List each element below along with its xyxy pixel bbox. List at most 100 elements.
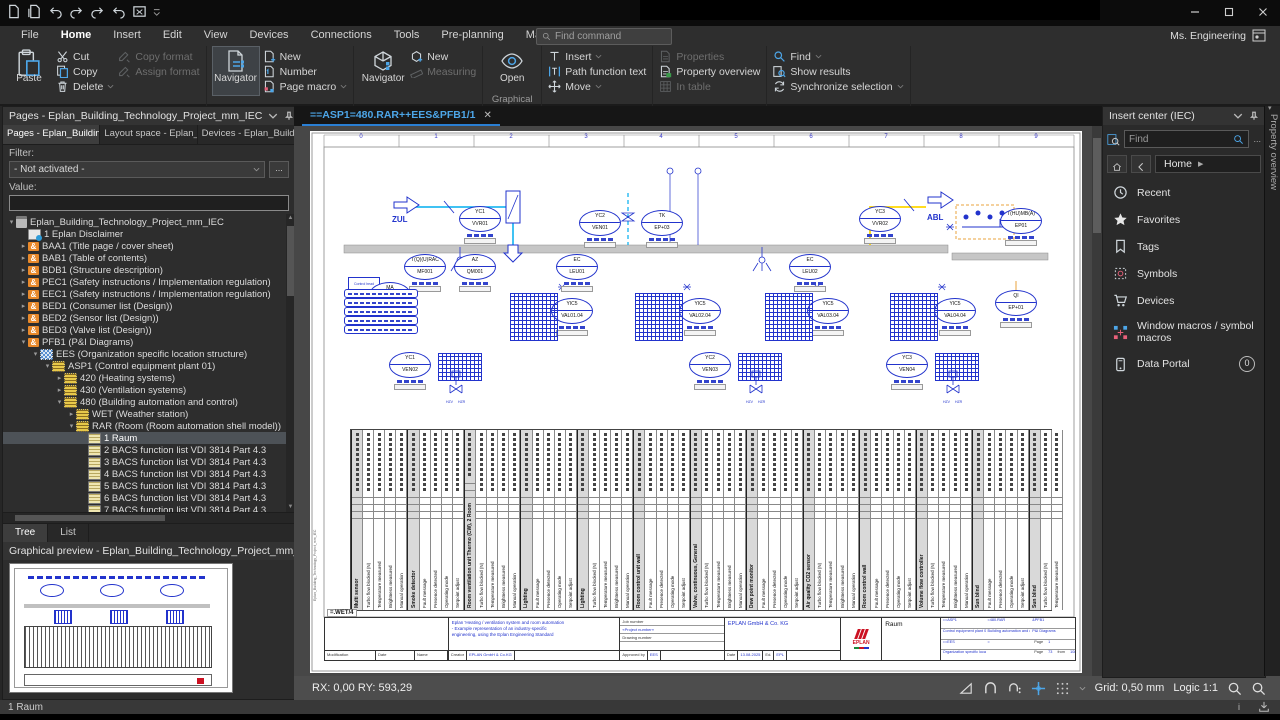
find-button[interactable]: Find [773, 49, 903, 64]
tree-expander-icon[interactable]: ▸ [19, 254, 28, 262]
grid-display-icon[interactable] [1055, 681, 1070, 696]
redo-icon[interactable] [69, 4, 84, 19]
zoom-out-icon[interactable] [1227, 681, 1242, 696]
tree-item-480-building-automation[interactable]: ▾480 (Building automation and control) [3, 396, 295, 408]
tab-list-view[interactable]: List [48, 524, 89, 542]
cut-button[interactable]: Cut [56, 49, 114, 64]
instrument-tk-ep-03[interactable]: TKEP+03 [640, 210, 684, 248]
tree-item-eplan-building-technolog[interactable]: ▾Eplan_Building_Technology_Project_mm_IE… [3, 216, 295, 228]
tree-item-430-ventilation-systems[interactable]: ▸430 (Ventilation systems) [3, 384, 295, 396]
zoom-in-icon[interactable] [1251, 681, 1266, 696]
graphical-preview[interactable] [3, 560, 295, 699]
instrument-yc3-ven04[interactable]: YC3VEN04 [885, 352, 929, 390]
open-button[interactable]: Open [489, 47, 535, 95]
logic-scale[interactable]: Logic 1:1 [1173, 682, 1218, 694]
close-button[interactable] [1246, 0, 1280, 24]
value-input[interactable] [9, 195, 289, 211]
instrument-ec-leu02[interactable]: ECLEU02 [788, 254, 832, 292]
tree-item-asp1-control-equipment[interactable]: ▾ASP1 (Control equipment plant 01) [3, 360, 295, 372]
insert-center-search-input[interactable]: Find [1124, 130, 1249, 148]
open-project-icon[interactable] [27, 4, 42, 19]
tree-expander-icon[interactable]: ▸ [55, 386, 64, 394]
tree-expander-icon[interactable]: ▾ [67, 422, 76, 430]
tab-pages[interactable]: Pages - Eplan_Building_... [3, 125, 100, 144]
insert-center-header[interactable]: Insert center (IEC) [1103, 107, 1265, 125]
instrument-ec-leu01[interactable]: ECLEU01 [555, 254, 599, 292]
redo-alt-icon[interactable] [90, 4, 105, 19]
instrument-az-qm001[interactable]: AZQM001 [453, 254, 497, 292]
angle-snap-icon[interactable] [959, 681, 974, 696]
ribbon-tab-home[interactable]: Home [50, 26, 103, 48]
insert-button[interactable]: Insert [548, 49, 646, 64]
tree-expander-icon[interactable]: ▾ [7, 218, 16, 226]
instrument-qi-ep-01[interactable]: QIEP+01 [994, 290, 1038, 328]
navigator-button[interactable]: Navigator [360, 47, 406, 95]
delete-button[interactable]: Delete [56, 79, 114, 94]
document-tab-close-icon[interactable]: ✕ [483, 110, 491, 121]
ribbon-tab-view[interactable]: View [193, 26, 239, 46]
tree-expander-icon[interactable]: ▾ [43, 362, 52, 370]
panel-dropdown-icon[interactable] [268, 111, 278, 121]
tree-expander-icon[interactable]: ▸ [19, 326, 28, 334]
instrument-t-hu-mb-a-ep01[interactable]: T(HU)MB(A)EP01 [999, 208, 1043, 246]
insert-center-item-data-portal[interactable]: Data Portal0 [1103, 350, 1265, 378]
tree-item-2-bacs-function-list-vdi[interactable]: 2 BACS function list VDI 3814 Part 4.3 [3, 444, 295, 456]
tree-item-baa1-title-page-cover[interactable]: ▸&BAA1 (Title page / cover sheet) [3, 240, 295, 252]
tree-expander-icon[interactable]: ▸ [19, 242, 28, 250]
new-project-icon[interactable] [6, 4, 21, 19]
maximize-button[interactable] [1212, 0, 1246, 24]
tree-item-wet-weather-station[interactable]: ▸WET (Weather station) [3, 408, 295, 420]
panel-pin-icon[interactable] [1249, 111, 1259, 121]
ribbon-tab-file[interactable]: File [10, 26, 50, 46]
tree-expander-icon[interactable]: ▸ [19, 290, 28, 298]
instrument-yc2-ven03[interactable]: YC2VEN03 [688, 352, 732, 390]
tree-expander-icon[interactable]: ▸ [67, 410, 76, 418]
page-macro-button[interactable]: Page macro [263, 79, 348, 94]
filter-select[interactable]: - Not activated - [9, 161, 265, 178]
download-tray-icon[interactable] [1258, 701, 1270, 713]
ribbon-tab-connections[interactable]: Connections [300, 26, 383, 46]
instrument-yc3-vvr02[interactable]: YC3VVR02 [858, 206, 902, 244]
ribbon-tab-devices[interactable]: Devices [238, 26, 299, 46]
home-button[interactable] [1107, 155, 1127, 173]
tree-expander-icon[interactable]: ▸ [19, 278, 28, 286]
tree-item-rar-room-room-automati[interactable]: ▾RAR (Room (Room automation shell model)… [3, 420, 295, 432]
user-menu[interactable]: Ms. Engineering [1170, 29, 1266, 42]
undo-icon[interactable] [48, 4, 63, 19]
grid-size[interactable]: Grid: 0,50 mm [1095, 682, 1165, 694]
new-button[interactable]: New [410, 49, 476, 64]
tree-item-bed2-sensor-list-desig[interactable]: ▸&BED2 (Sensor list (Design)) [3, 312, 295, 324]
tree-item-3-bacs-function-list-vdi[interactable]: 3 BACS function list VDI 3814 Part 4.3 [3, 456, 295, 468]
instrument-yc2-ven01[interactable]: YC2VEN01 [578, 210, 622, 248]
property-overview-button[interactable]: Property overview [659, 64, 760, 79]
tree-expander-icon[interactable]: ▾ [19, 338, 28, 346]
tree-horizontal-scrollbar[interactable] [3, 512, 295, 523]
back-button[interactable] [1131, 155, 1151, 173]
tree-item-ees-organization-specif[interactable]: ▾EES (Organization specific location str… [3, 348, 295, 360]
instrument-yc1-vvr01[interactable]: YC1VVR01 [458, 206, 502, 244]
tree-item-bab1-table-of-contents[interactable]: ▸&BAB1 (Table of contents) [3, 252, 295, 264]
tree-item-420-heating-systems[interactable]: ▸420 (Heating systems) [3, 372, 295, 384]
copy-button[interactable]: Copy [56, 64, 114, 79]
new-button[interactable]: New [263, 49, 348, 64]
schematic-sheet[interactable]: HZVHZRHZVHZRHZVHZR Eplan_Building_Techno… [310, 131, 1082, 673]
pages-panel-header[interactable]: Pages - Eplan_Building_Technology_Projec… [3, 107, 295, 125]
ribbon-tab-edit[interactable]: Edit [152, 26, 193, 46]
panel-dropdown-icon[interactable] [1233, 111, 1243, 121]
toolbar-options-icon[interactable] [153, 4, 168, 19]
insert-center-item-tags[interactable]: Tags [1103, 233, 1265, 260]
tree-item-bed1-consumer-list-des[interactable]: ▸&BED1 (Consumer list (Design)) [3, 300, 295, 312]
insert-center-item-symbols[interactable]: Symbols [1103, 260, 1265, 287]
tab-devices[interactable]: Devices - Eplan_Building... [198, 125, 295, 144]
filter-more-button[interactable]: ... [269, 161, 289, 178]
snap-to-grid-icon[interactable] [1031, 681, 1046, 696]
connection-mode-icon[interactable] [983, 681, 998, 696]
move-button[interactable]: Move [548, 79, 646, 94]
insert-center-item-window-macros-symbol-macros[interactable]: Window macros / symbol macros [1103, 314, 1265, 350]
breadcrumb[interactable]: Home ▶ [1155, 155, 1261, 173]
tree-item-1-raum[interactable]: 1 Raum [3, 432, 295, 444]
navigator-button[interactable]: Navigator [213, 47, 259, 95]
ribbon-tab-tools[interactable]: Tools [383, 26, 431, 46]
tree-item-pec1-safety-instruction[interactable]: ▸&PEC1 (Safety instructions / Implementa… [3, 276, 295, 288]
tree-item-4-bacs-function-list-vdi[interactable]: 4 BACS function list VDI 3814 Part 4.3 [3, 468, 295, 480]
